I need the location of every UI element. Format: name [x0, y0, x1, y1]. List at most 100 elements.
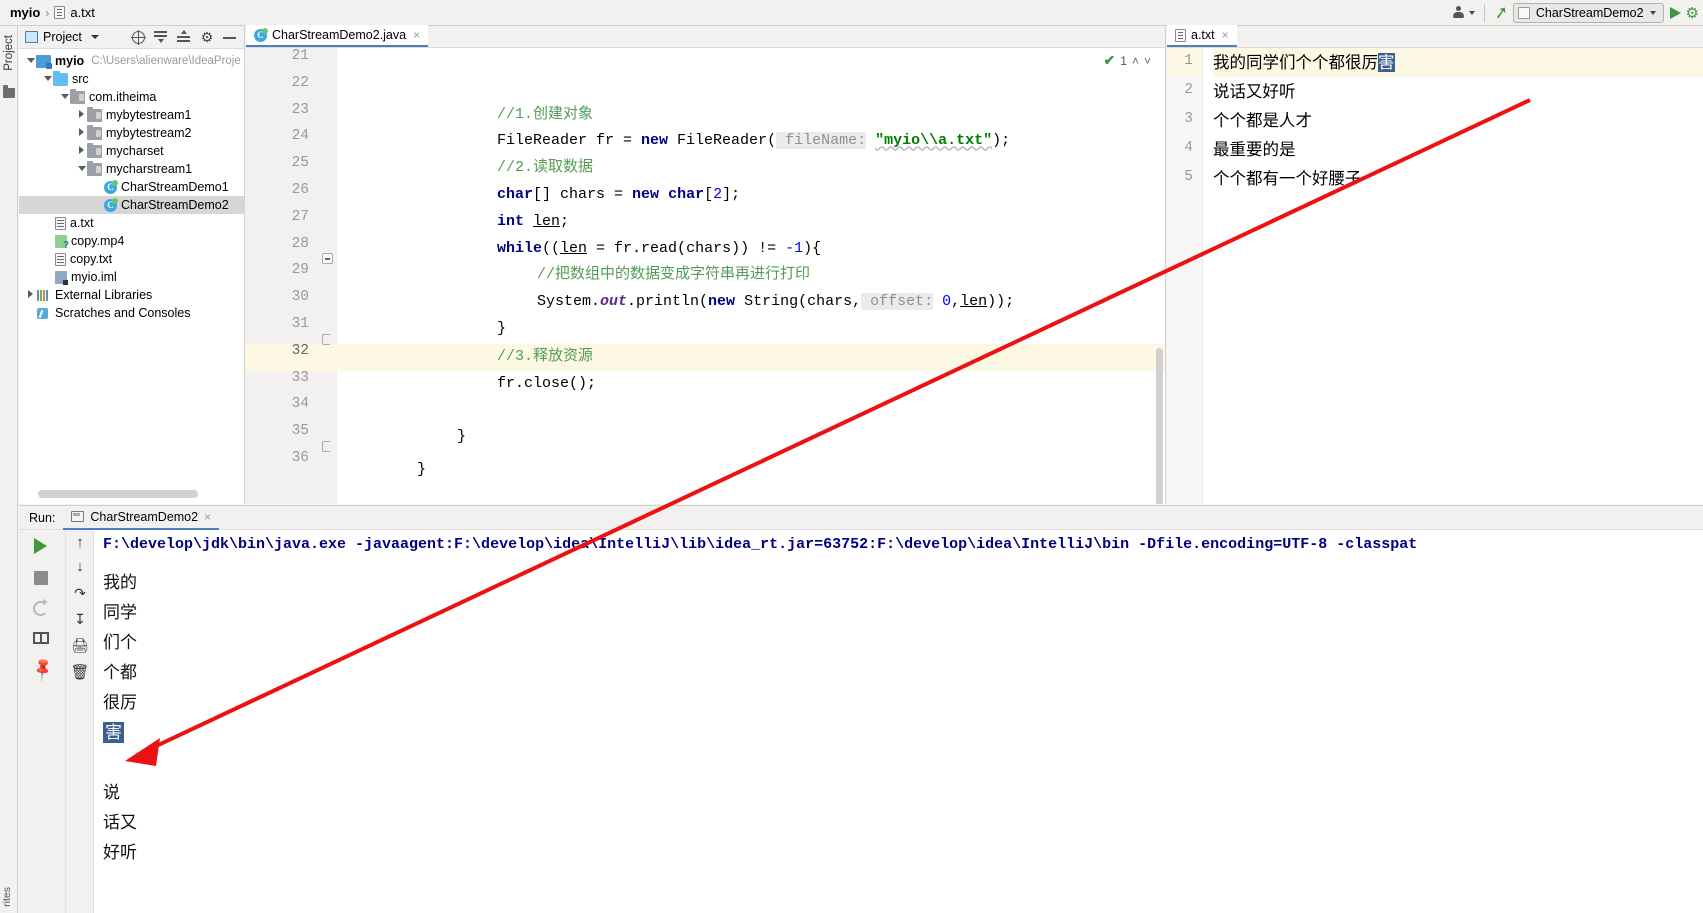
gutter-line-number-24[interactable]: 24 [269, 128, 309, 144]
sidebar-tab-favorites[interactable]: rites [1, 887, 13, 907]
project-horizontal-scrollbar[interactable] [38, 490, 198, 498]
run-tab-charstreamdemo2[interactable]: CharStreamDemo2 × [63, 506, 220, 530]
pin-tab-button[interactable]: 📌 [29, 657, 57, 683]
gutter-line-number-23[interactable]: 23 [269, 102, 309, 118]
console-output[interactable]: F:\develop\jdk\bin\java.exe -javaagent:F… [95, 530, 1703, 913]
rerun-run-button[interactable] [29, 534, 53, 558]
console-output-line-4: 个都 [103, 663, 137, 682]
collapse-all-icon[interactable] [177, 30, 191, 44]
scroll-up-button[interactable]: ↑ [70, 532, 90, 554]
right-editor-text[interactable]: 我的同学们个个都很厉害 说话又好听 个个都是人才 最重要的是 个个都有一个好腰子 [1213, 48, 1703, 504]
layout-settings-button[interactable] [29, 626, 53, 650]
print-button[interactable]: 🖨 [70, 634, 90, 656]
scroll-down-button[interactable]: ↓ [70, 556, 90, 578]
code-line-29: //把数组中的数据变成字符串再进行打印 [537, 266, 811, 284]
close-icon[interactable]: × [204, 510, 211, 524]
tree-item-external-libraries[interactable]: External Libraries [19, 286, 244, 304]
extlib-icon [36, 289, 51, 302]
tree-item-myio-iml[interactable]: myio.iml [19, 268, 244, 286]
trash-icon: 🗑 [70, 664, 90, 681]
locate-icon[interactable] [131, 29, 146, 45]
gutter-line-number-22[interactable]: 22 [269, 75, 309, 91]
tree-item-label: myio.iml [71, 270, 117, 284]
chevron-down-icon[interactable] [76, 164, 87, 174]
debug-icon[interactable]: ⚙ [1686, 4, 1699, 22]
close-icon[interactable]: × [1222, 28, 1229, 42]
code-line-24: FileReader fr = new FileReader( fileName… [497, 132, 1011, 150]
gear-icon[interactable]: ⚙ [200, 30, 214, 44]
tree-item-com-itheima[interactable]: com.itheima [19, 88, 244, 106]
tree-item-mycharset[interactable]: mycharset [19, 142, 244, 160]
expand-all-icon[interactable] [154, 30, 168, 44]
tree-item-mycharstream1[interactable]: mycharstream1 [19, 160, 244, 178]
tree-item-charstreamdemo1[interactable]: C CharStreamDemo1 [19, 178, 244, 196]
gutter-line-number-21[interactable]: 21 [269, 48, 309, 64]
pin-icon: 📌 [30, 656, 57, 683]
restart-button[interactable] [29, 594, 53, 618]
tree-item-mybytestream2[interactable]: mybytestream2 [19, 124, 244, 142]
tree-item-scratches-and-consoles[interactable]: Scratches and Consoles [19, 304, 244, 322]
gutter-line-number-25[interactable]: 25 [269, 155, 309, 171]
editor-tabbar: C CharStreamDemo2.java × [246, 25, 1165, 48]
breadcrumb-file[interactable]: a.txt [70, 5, 95, 20]
fold-marker-while[interactable] [322, 253, 333, 264]
tree-item-a-txt[interactable]: a.txt [19, 214, 244, 232]
mp4-icon [55, 234, 69, 251]
gutter-line-number-26[interactable]: 26 [269, 182, 309, 198]
gutter-line-number-27[interactable]: 27 [269, 209, 309, 225]
gutter-line-number-33[interactable]: 33 [269, 370, 309, 386]
editor-scrollbar[interactable] [1156, 348, 1163, 504]
soft-wrap-button[interactable]: ↷ [70, 582, 90, 604]
chevron-right-icon[interactable] [76, 128, 87, 138]
stop-button[interactable] [29, 566, 53, 590]
gutter-line-number-32[interactable]: 32 [269, 343, 309, 359]
tree-item-charstreamdemo2[interactable]: C CharStreamDemo2 [19, 196, 244, 214]
gutter-line-number-34[interactable]: 34 [269, 396, 309, 412]
clear-all-button[interactable]: 🗑 [70, 662, 90, 684]
gutter-line-number-36[interactable]: 36 [269, 450, 309, 466]
minimize-icon[interactable] [223, 30, 237, 44]
console-output-line-3: 们个 [103, 633, 137, 652]
sidebar-tab-project[interactable]: Project [1, 32, 17, 74]
user-account-button[interactable] [1448, 1, 1480, 25]
gutter-line-number-28[interactable]: 28 [269, 236, 309, 252]
chevron-right-icon[interactable] [25, 290, 36, 300]
build-hammer-button[interactable]: ➚ [1489, 1, 1513, 25]
gutter-line-number-31[interactable]: 31 [269, 316, 309, 332]
editor-tab-charstreamdemo2[interactable]: C CharStreamDemo2.java × [246, 25, 429, 47]
run-configuration-selector[interactable]: CharStreamDemo2 [1512, 2, 1664, 23]
chevron-down-icon[interactable] [42, 74, 53, 84]
project-title-button[interactable]: Project [23, 30, 99, 44]
run-panel-header: Run: CharStreamDemo2 × [19, 506, 1703, 530]
run-label: Run: [29, 510, 56, 525]
fold-brace-marker-2[interactable] [322, 441, 333, 452]
tree-item-copy-txt[interactable]: copy.txt [19, 250, 244, 268]
scroll-to-end-button[interactable]: ↧ [70, 608, 90, 630]
editor-tab-atxt[interactable]: a.txt × [1167, 25, 1237, 47]
tree-item-src[interactable]: src [19, 70, 244, 88]
editor-code-area[interactable]: //1.创建对象 FileReader fr = new FileReader(… [337, 48, 1165, 504]
project-panel-header: Project ⚙ [19, 26, 244, 49]
project-title-label: Project [43, 30, 82, 44]
gutter-line-number-35[interactable]: 35 [269, 423, 309, 439]
chevron-right-icon[interactable] [76, 110, 87, 120]
txt-line-2: 说话又好听 [1213, 82, 1296, 101]
toolbar-divider [1483, 3, 1485, 22]
chevron-down-icon[interactable] [25, 56, 36, 66]
close-icon[interactable]: × [413, 28, 420, 42]
console-output-line-2: 同学 [103, 603, 137, 622]
run-button[interactable] [1669, 6, 1681, 19]
tree-item-mybytestream1[interactable]: mybytestream1 [19, 106, 244, 124]
chevron-right-icon[interactable] [76, 146, 87, 156]
gutter-line-number-29[interactable]: 29 [269, 262, 309, 278]
run-toolbar-right: ↑ ↓ ↷ ↧ 🖨 🗑 [66, 530, 94, 913]
console-output-line-5: 很厉 [103, 693, 137, 712]
tree-item-myio[interactable]: myio C:\Users\alienware\IdeaProje [19, 52, 244, 70]
chevron-down-icon[interactable] [59, 92, 70, 102]
tree-item-copy-mp4[interactable]: copy.mp4 [19, 232, 244, 251]
txt-icon [55, 216, 66, 230]
fold-brace-marker[interactable] [322, 334, 333, 345]
gutter-line-number-30[interactable]: 30 [269, 289, 309, 305]
breadcrumb-project[interactable]: myio [10, 5, 40, 20]
code-line-33: fr.close(); [497, 374, 597, 392]
